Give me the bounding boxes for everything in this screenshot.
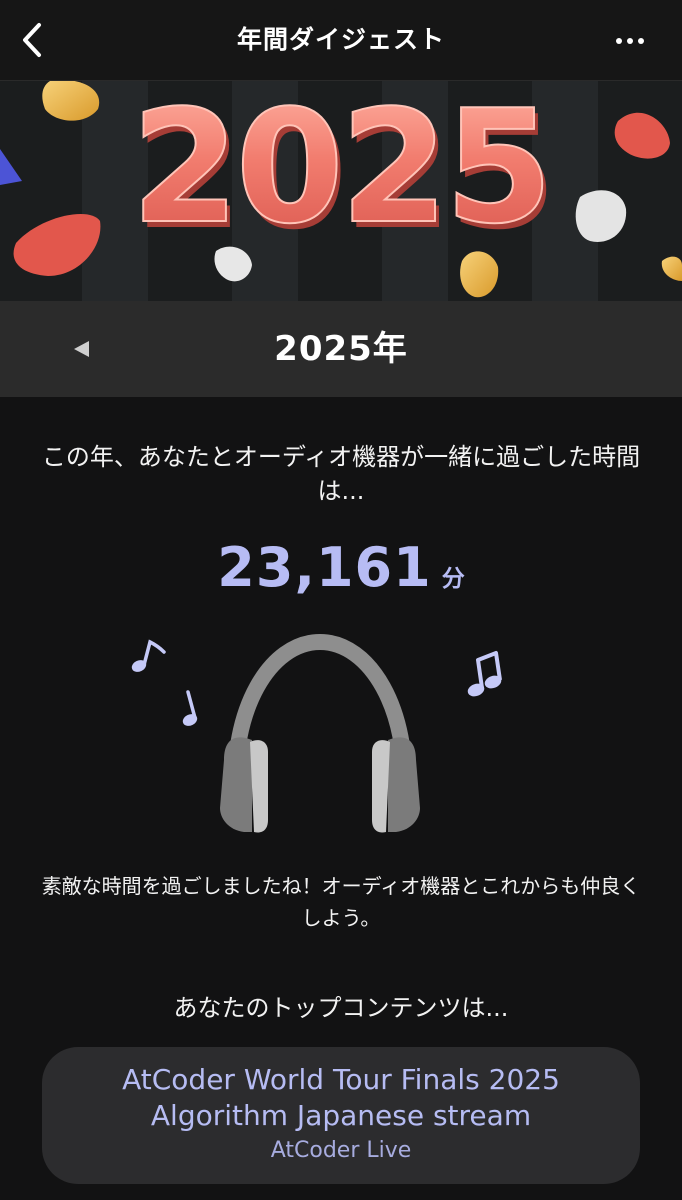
minutes-unit: 分 [441,566,465,592]
banner-illustration: 2025 2025 [0,81,682,301]
year-label: 2025年 [274,329,408,369]
top-content-title-line1: AtCoder World Tour Finals 2025 [122,1063,560,1096]
headphones-icon [131,633,502,833]
top-content-title: AtCoder World Tour Finals 2025 Algorithm… [42,1062,640,1134]
top-content-heading: あなたのトップコンテンツは... [173,994,509,1022]
top-content-title-line2: Algorithm Japanese stream [150,1099,532,1132]
page-title: 年間ダイジェスト [236,25,445,54]
minutes-value: 23,161 [217,536,432,599]
music-notes-icon [131,639,502,726]
more-horizontal-icon [616,38,622,44]
back-button[interactable] [12,18,52,62]
banner-year-text: 2025 [131,81,549,258]
more-dot [627,38,633,44]
listening-time-intro: この年、あなたとオーディオ機器が一緒に過ごした時間は... [41,443,641,505]
top-app-bar: 年間ダイジェスト [0,0,682,81]
listening-minutes: 23,161 分 [0,536,682,599]
top-content-card[interactable]: AtCoder World Tour Finals 2025 Algorithm… [42,1047,640,1184]
chevron-left-icon [23,23,41,57]
more-dot [638,38,644,44]
top-content-channel: AtCoder Live [270,1138,412,1163]
year-banner: 2025 2025 [0,81,682,301]
listening-time-outro: 素敵な時間を過ごしましたね！オーディオ機器とこれからも仲良くしよう。 [41,874,641,930]
year-selector: 2025年 [0,301,682,397]
more-options-button[interactable] [608,24,652,58]
